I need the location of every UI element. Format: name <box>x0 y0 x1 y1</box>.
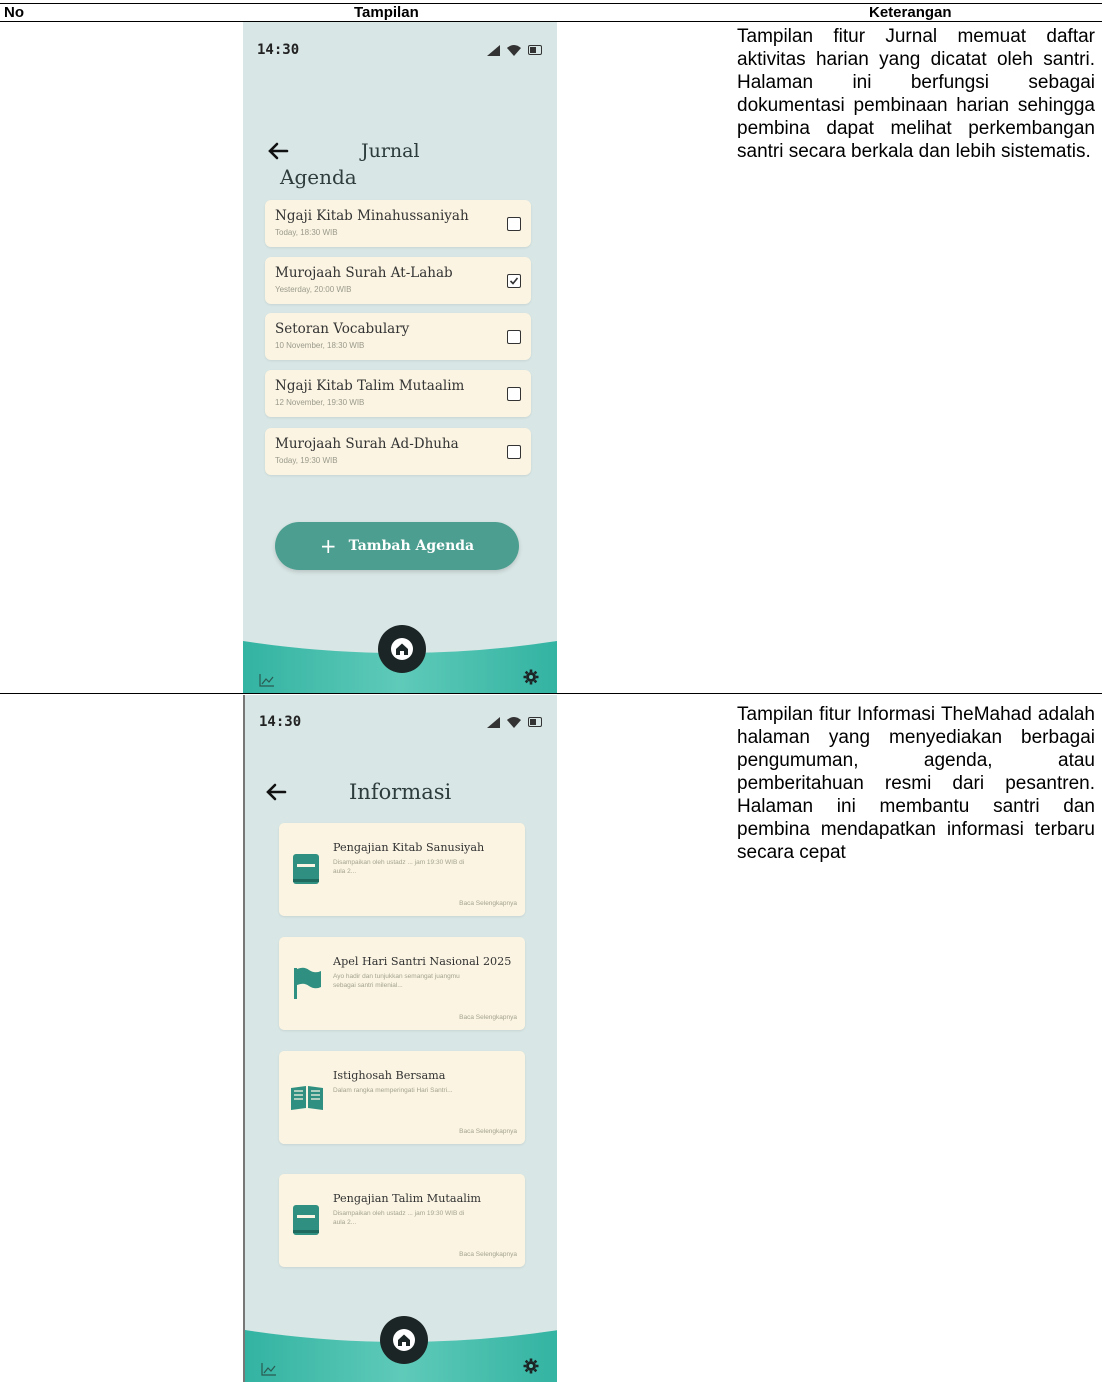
jurnal-screen: 14:30 Jurnal Agenda Ngaji Kitab Minahuss… <box>243 22 557 693</box>
row-1-description: Tampilan fitur Jurnal memuat daftar akti… <box>737 26 1095 162</box>
agenda-time: Yesterday, 20:00 WIB <box>275 285 352 294</box>
agenda-checkbox[interactable] <box>507 217 521 231</box>
info-card[interactable]: Istighosah Bersama Dalam rangka memperin… <box>279 1051 525 1144</box>
agenda-item[interactable]: Murojaah Surah Ad-Dhuha Today, 19:30 WIB <box>265 428 531 475</box>
status-time: 14:30 <box>257 42 300 58</box>
agenda-time: Today, 18:30 WIB <box>275 228 338 237</box>
row-2-description: Tampilan fitur Informasi TheMahad adalah… <box>737 704 1095 863</box>
info-title: Pengajian Kitab Sanusiyah <box>333 841 485 854</box>
info-title: Istighosah Bersama <box>333 1069 446 1082</box>
status-time: 14:30 <box>259 714 302 730</box>
agenda-item[interactable]: Ngaji Kitab Talim Mutaalim 12 November, … <box>265 370 531 417</box>
info-body: Disampaikan oleh ustadz ... jam 19:30 WI… <box>333 1210 465 1226</box>
info-body: Ayo hadir dan tunjukkan semangat juangmu… <box>333 973 460 989</box>
agenda-checkbox-checked[interactable] <box>507 274 521 288</box>
agenda-title: Murojaah Surah At-Lahab <box>275 265 453 281</box>
informasi-topbar: Informasi <box>263 779 451 805</box>
plus-icon: + <box>319 534 337 558</box>
read-more-link[interactable]: Baca Selengkapnya <box>459 900 517 907</box>
home-icon <box>393 1329 415 1351</box>
info-card[interactable]: Apel Hari Santri Nasional 2025 Ayo hadir… <box>279 937 525 1030</box>
agenda-title: Murojaah Surah Ad-Dhuha <box>275 436 459 452</box>
header-tampilan: Tampilan <box>354 4 419 21</box>
book-icon <box>293 854 319 884</box>
chart-icon[interactable] <box>261 1362 277 1376</box>
read-more-link[interactable]: Baca Selengkapnya <box>459 1251 517 1258</box>
page-title: Jurnal <box>361 140 420 162</box>
header-keterangan: Keterangan <box>869 4 952 21</box>
home-button[interactable] <box>378 625 426 673</box>
add-agenda-button[interactable]: + Tambah Agenda <box>275 522 519 570</box>
read-more-link[interactable]: Baca Selengkapnya <box>459 1128 517 1135</box>
page-title: Informasi <box>349 780 452 804</box>
agenda-time: 10 November, 18:30 WIB <box>275 341 365 350</box>
home-button[interactable] <box>380 1316 428 1364</box>
signal-icon <box>487 44 500 56</box>
jurnal-topbar: Jurnal <box>265 138 420 164</box>
agenda-title: Ngaji Kitab Minahussaniyah <box>275 208 469 224</box>
battery-icon <box>528 45 542 55</box>
home-icon <box>391 638 413 660</box>
table-row-rule <box>0 693 1102 694</box>
info-title: Pengajian Talim Mutaalim <box>333 1192 482 1205</box>
agenda-checkbox[interactable] <box>507 387 521 401</box>
agenda-time: 12 November, 19:30 WIB <box>275 398 365 407</box>
agenda-heading: Agenda <box>280 165 357 189</box>
agenda-title: Ngaji Kitab Talim Mutaalim <box>275 378 465 394</box>
book-icon <box>293 1205 319 1235</box>
signal-icon <box>487 716 500 728</box>
back-arrow-icon[interactable] <box>265 138 291 164</box>
agenda-item[interactable]: Setoran Vocabulary 10 November, 18:30 WI… <box>265 313 531 360</box>
add-agenda-label: Tambah Agenda <box>348 538 475 554</box>
agenda-item[interactable]: Ngaji Kitab Minahussaniyah Today, 18:30 … <box>265 200 531 247</box>
bottom-nav <box>245 1316 557 1382</box>
agenda-title: Setoran Vocabulary <box>275 321 410 337</box>
info-card[interactable]: Pengajian Kitab Sanusiyah Disampaikan ol… <box>279 823 525 916</box>
header-no: No <box>4 4 24 21</box>
wifi-icon <box>507 717 521 728</box>
chart-icon[interactable] <box>259 673 275 687</box>
agenda-checkbox[interactable] <box>507 445 521 459</box>
status-bar: 14:30 <box>259 714 543 730</box>
agenda-time: Today, 19:30 WIB <box>275 456 338 465</box>
flag-icon <box>294 967 321 999</box>
agenda-item[interactable]: Murojaah Surah At-Lahab Yesterday, 20:00… <box>265 257 531 304</box>
read-more-link[interactable]: Baca Selengkapnya <box>459 1014 517 1021</box>
info-body: Dalam rangka memperingati Hari Santri... <box>333 1087 453 1094</box>
bottom-nav <box>243 625 557 693</box>
gear-icon[interactable] <box>523 669 539 685</box>
check-icon <box>509 277 519 285</box>
battery-icon <box>528 717 542 727</box>
agenda-checkbox[interactable] <box>507 330 521 344</box>
back-arrow-icon[interactable] <box>263 779 289 805</box>
informasi-screen: 14:30 Informasi Pengajian Kitab Sanusiya… <box>243 695 557 1382</box>
info-card[interactable]: Pengajian Talim Mutaalim Disampaikan ole… <box>279 1174 525 1267</box>
wifi-icon <box>507 45 521 56</box>
info-body: Disampaikan oleh ustadz ... jam 19:30 WI… <box>333 859 465 875</box>
open-book-icon <box>291 1086 323 1110</box>
info-title: Apel Hari Santri Nasional 2025 <box>333 955 512 968</box>
status-bar: 14:30 <box>257 42 543 58</box>
gear-icon[interactable] <box>523 1358 539 1374</box>
